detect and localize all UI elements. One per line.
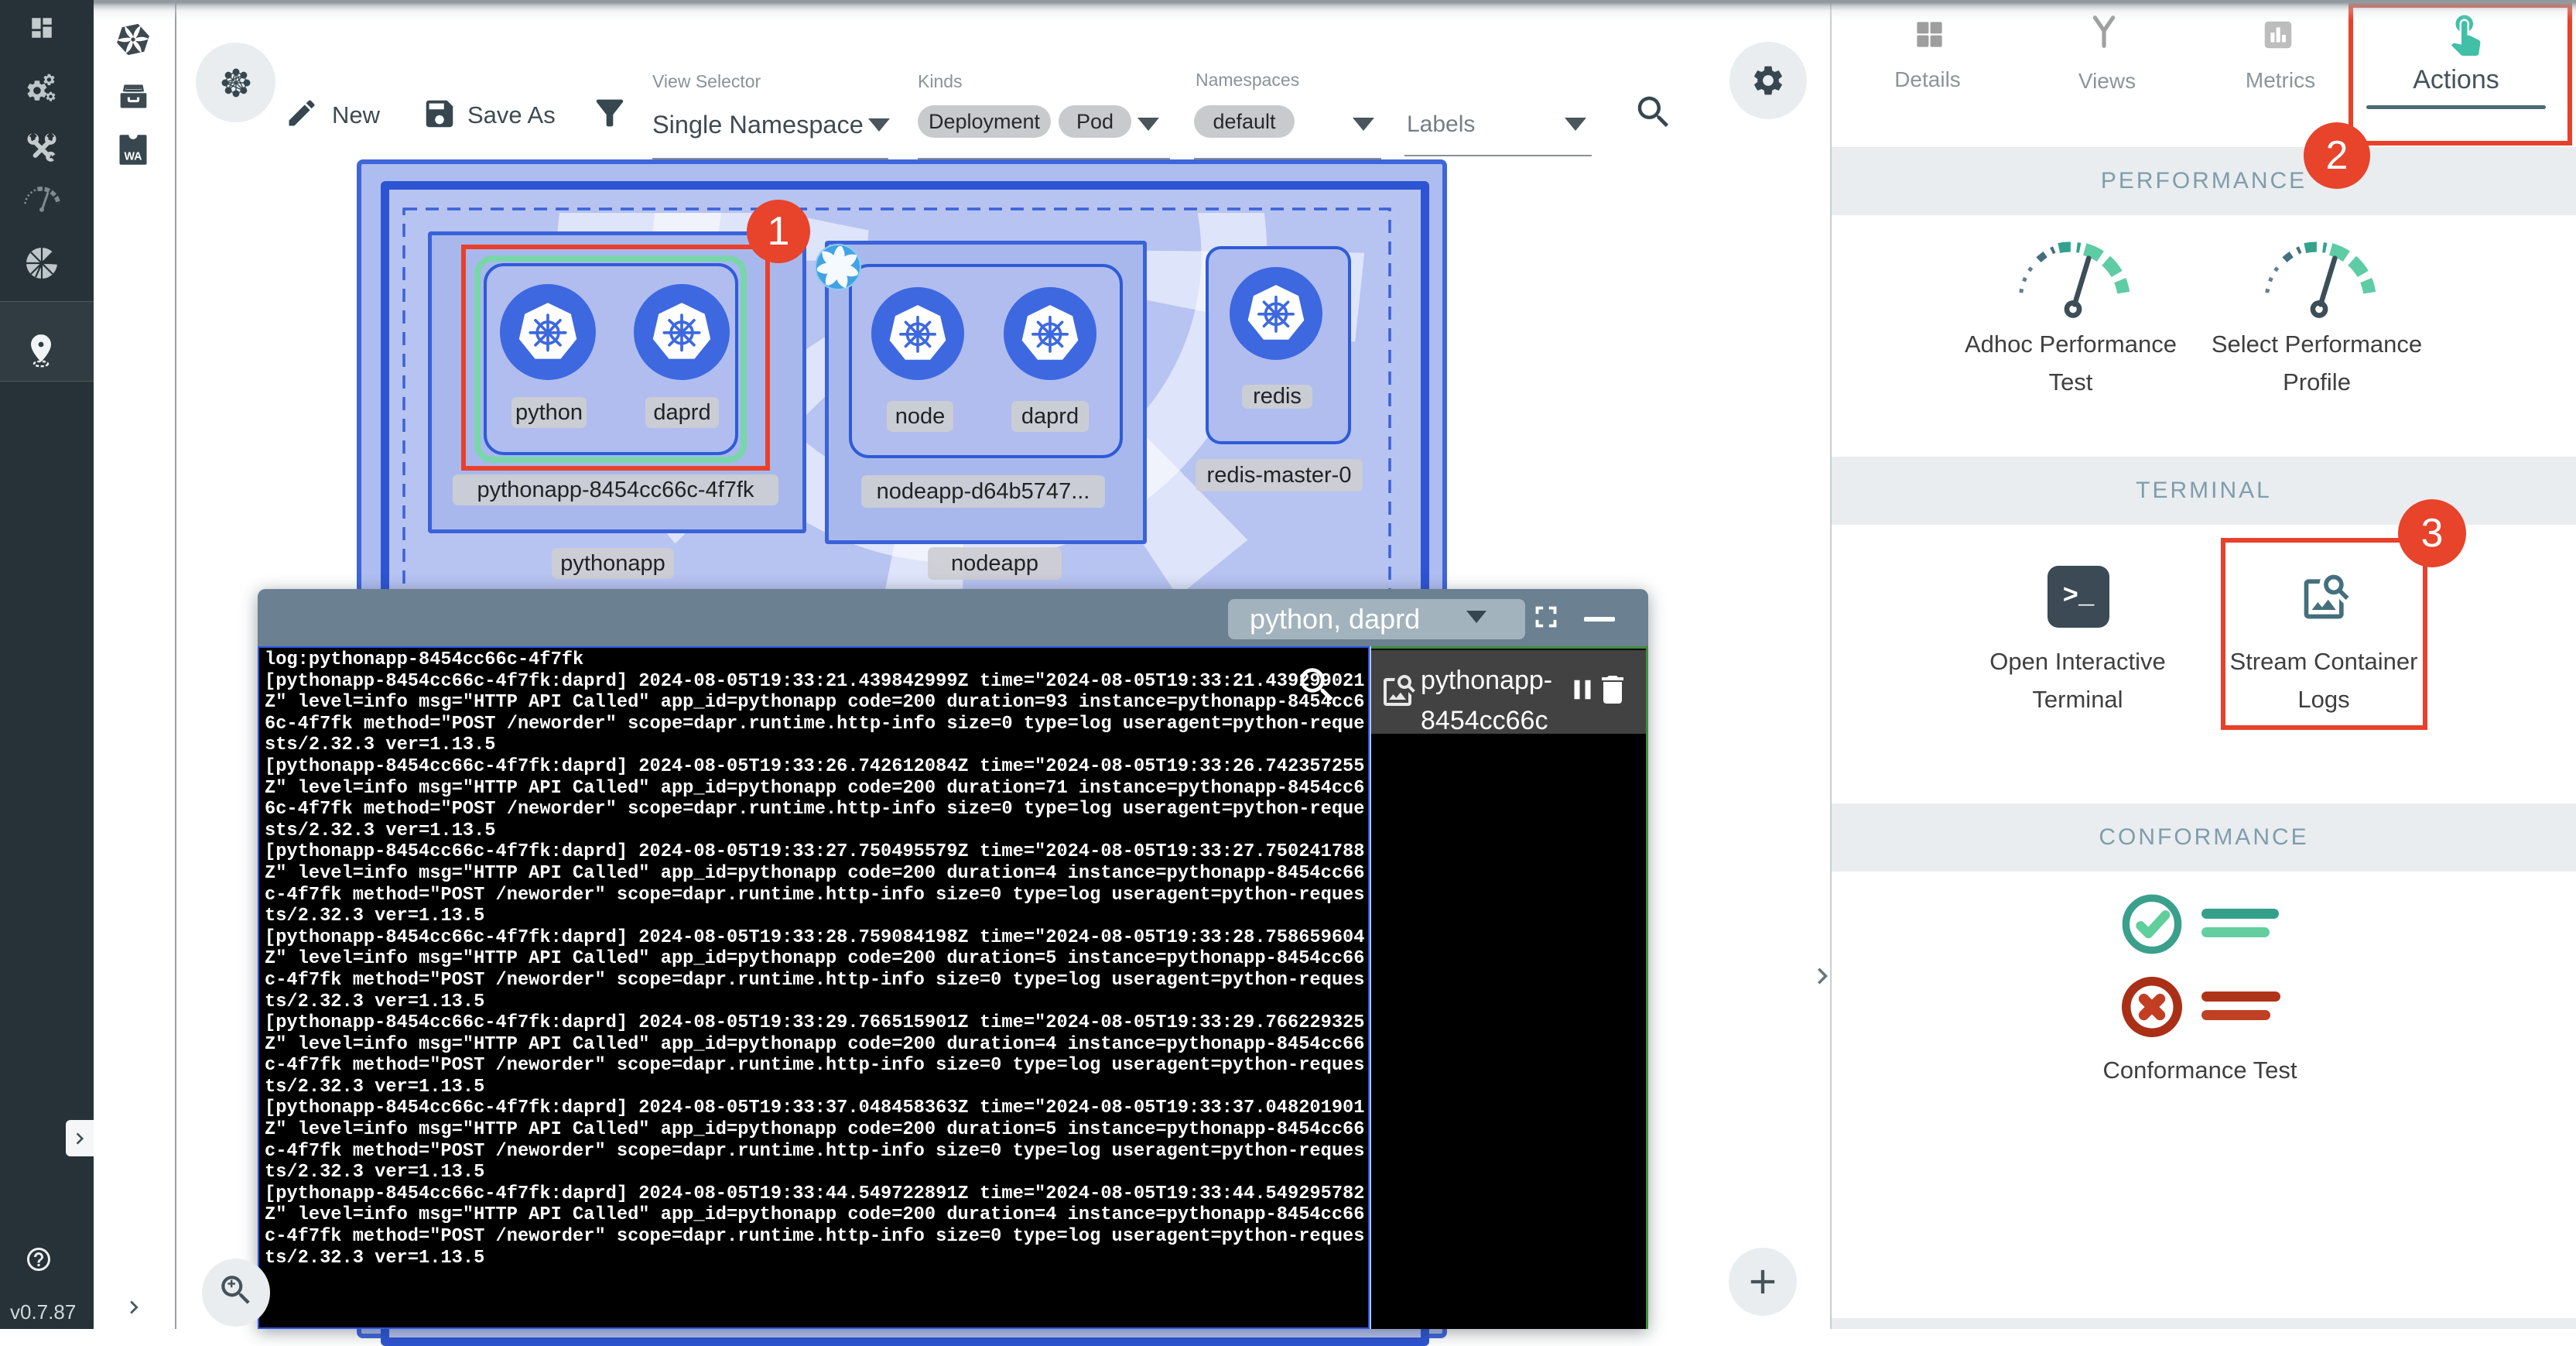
svg-text:WA: WA bbox=[124, 151, 142, 163]
